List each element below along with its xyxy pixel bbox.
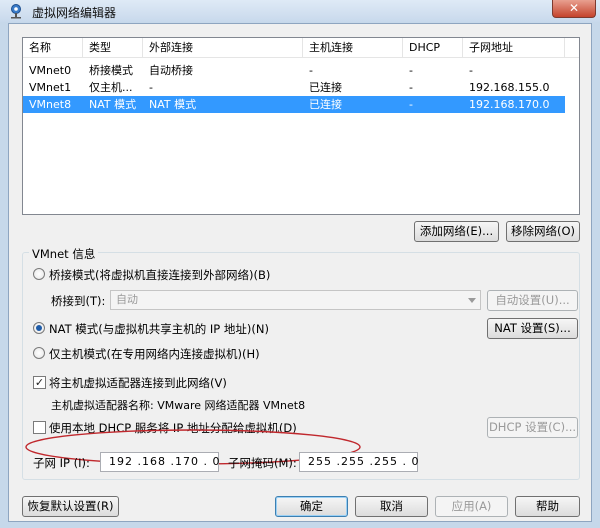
connect-adapter-label: 将主机虚拟适配器连接到此网络(V) [49,376,227,390]
cell-type: NAT 模式 [89,98,137,111]
subnet-mask-label: 子网掩码(M): [228,456,297,470]
network-editor-icon [11,4,21,19]
bridged-mode-radio[interactable] [33,268,45,280]
column-header-name[interactable]: 名称 [23,38,83,58]
cell-host: 已连接 [309,81,342,94]
cell-dhcp: - [409,98,413,111]
subnet-ip-field[interactable]: 192 .168 .170 . 0 [100,452,219,472]
cell-subnet: 192.168.155.0 [469,81,550,94]
connect-adapter-checkbox[interactable]: ✓ [33,376,46,389]
title-bar: 虚拟网络编辑器 ✕ [0,0,600,22]
cell-type: 桥接模式 [89,64,133,77]
table-row-vmnet8[interactable]: VMnet8 NAT 模式 NAT 模式 已连接 - 192.168.170.0 [23,96,565,113]
dhcp-label: 使用本地 DHCP 服务将 IP 地址分配给虚拟机(D) [49,421,297,435]
column-header-subnet[interactable]: 子网地址 [463,38,565,58]
bridged-mode-label: 桥接模式(将虚拟机直接连接到外部网络)(B) [49,268,271,282]
cell-subnet: 192.168.170.0 [469,98,550,111]
dhcp-settings-button[interactable]: DHCP 设置(C)... [487,417,578,438]
nat-settings-button[interactable]: NAT 设置(S)... [487,318,578,339]
apply-button[interactable]: 应用(A) [435,496,508,517]
add-network-button[interactable]: 添加网络(E)... [414,221,499,242]
table-row-vmnet0[interactable]: VMnet0 桥接模式 自动桥接 - - - [23,62,565,79]
cell-host: 已连接 [309,98,342,111]
column-header-host[interactable]: 主机连接 [303,38,403,58]
cell-external: 自动桥接 [149,64,193,77]
list-header: 名称 类型 外部连接 主机连接 DHCP 子网地址 [23,38,579,58]
vmnet-info-group [22,252,580,480]
adapter-name-text: 主机虚拟适配器名称: VMware 网络适配器 VMnet8 [51,399,306,412]
nat-mode-radio[interactable] [33,322,45,334]
restore-defaults-button[interactable]: 恢复默认设置(R) [22,496,119,517]
cell-name: VMnet1 [29,81,72,94]
subnet-ip-label: 子网 IP (I): [33,456,90,470]
cell-host: - [309,64,313,77]
host-only-label: 仅主机模式(在专用网络内连接虚拟机)(H) [49,347,260,361]
table-row-vmnet1[interactable]: VMnet1 仅主机... - 已连接 - 192.168.155.0 [23,79,565,96]
bridge-to-value: 自动 [116,293,138,306]
column-header-type[interactable]: 类型 [83,38,143,58]
nat-mode-label: NAT 模式(与虚拟机共享主机的 IP 地址)(N) [49,322,269,336]
window-title: 虚拟网络编辑器 [32,6,117,20]
cell-name: VMnet8 [29,98,72,111]
bridge-to-select[interactable]: 自动 [110,290,481,310]
dhcp-checkbox[interactable] [33,421,46,434]
cell-external: NAT 模式 [149,98,197,111]
cell-external: - [149,81,153,94]
cell-dhcp: - [409,81,413,94]
auto-settings-button[interactable]: 自动设置(U)... [487,290,578,311]
cell-dhcp: - [409,64,413,77]
column-header-dhcp[interactable]: DHCP [403,38,463,58]
subnet-mask-field[interactable]: 255 .255 .255 . 0 [299,452,418,472]
cell-subnet: - [469,64,473,77]
help-button[interactable]: 帮助 [515,496,580,517]
vmnet-info-legend: VMnet 信息 [29,246,99,262]
network-list[interactable]: 名称 类型 外部连接 主机连接 DHCP 子网地址 VMnet0 桥接模式 自动… [22,37,580,215]
dialog-body: 名称 类型 外部连接 主机连接 DHCP 子网地址 VMnet0 桥接模式 自动… [8,23,592,522]
host-only-radio[interactable] [33,347,45,359]
ok-button[interactable]: 确定 [275,496,348,517]
column-header-external[interactable]: 外部连接 [143,38,303,58]
chevron-down-icon [468,298,476,303]
close-button[interactable]: ✕ [552,0,596,18]
cell-name: VMnet0 [29,64,72,77]
remove-network-button[interactable]: 移除网络(O) [506,221,580,242]
bridge-to-label: 桥接到(T): [51,294,106,308]
cell-type: 仅主机... [89,81,133,94]
cancel-button[interactable]: 取消 [355,496,428,517]
